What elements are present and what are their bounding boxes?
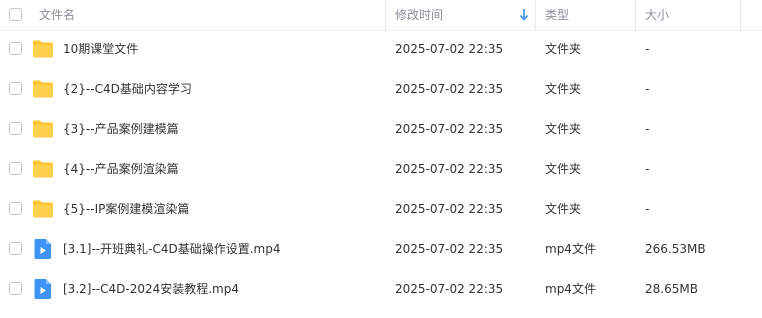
file-size: - <box>645 202 650 216</box>
file-type: mp4文件 <box>545 282 596 296</box>
row-checkbox[interactable] <box>9 82 22 95</box>
file-list: 文件名 修改时间 类型 大小 10期课堂文件 2025-07-02 22:35 … <box>0 0 762 318</box>
column-header-size[interactable]: 大小 <box>645 0 669 30</box>
file-name[interactable]: {4}--产品案例渲染篇 <box>63 149 179 189</box>
file-type: 文件夹 <box>545 162 582 176</box>
file-list-header: 文件名 修改时间 类型 大小 <box>0 0 762 31</box>
folder-icon <box>33 80 53 98</box>
video-file-icon <box>34 239 51 259</box>
row-checkbox[interactable] <box>9 202 22 215</box>
column-header-modified[interactable]: 修改时间 <box>395 0 443 30</box>
row-checkbox[interactable] <box>9 242 22 255</box>
folder-icon <box>33 120 53 138</box>
row-checkbox[interactable] <box>9 162 22 175</box>
file-type: 文件夹 <box>545 82 582 96</box>
file-size: - <box>645 122 650 136</box>
file-type: 文件夹 <box>545 202 582 216</box>
column-divider[interactable] <box>535 0 536 30</box>
row-checkbox[interactable] <box>9 282 22 295</box>
file-modified-time: 2025-07-02 22:35 <box>395 202 504 216</box>
file-modified-time: 2025-07-02 22:35 <box>395 242 504 256</box>
file-row[interactable]: 10期课堂文件 2025-07-02 22:35 文件夹 - <box>0 29 762 69</box>
column-divider[interactable] <box>635 0 636 30</box>
arrow-down-icon[interactable] <box>519 8 529 22</box>
folder-icon <box>33 200 53 218</box>
file-name[interactable]: 10期课堂文件 <box>63 29 138 69</box>
file-row[interactable]: [3.2]--C4D-2024安装教程.mp4 2025-07-02 22:35… <box>0 269 762 309</box>
file-modified-time: 2025-07-02 22:35 <box>395 42 504 56</box>
file-row[interactable]: {3}--产品案例建模篇 2025-07-02 22:35 文件夹 - <box>0 109 762 149</box>
file-modified-time: 2025-07-02 22:35 <box>395 122 504 136</box>
file-type: 文件夹 <box>545 122 582 136</box>
file-type: 文件夹 <box>545 42 582 56</box>
file-name[interactable]: {5}--IP案例建模渲染篇 <box>63 189 189 229</box>
column-divider[interactable] <box>385 0 386 30</box>
file-name[interactable]: {2}--C4D基础内容学习 <box>63 69 192 109</box>
file-modified-time: 2025-07-02 22:35 <box>395 162 504 176</box>
folder-icon <box>33 40 53 58</box>
file-row[interactable]: {2}--C4D基础内容学习 2025-07-02 22:35 文件夹 - <box>0 69 762 109</box>
file-type: mp4文件 <box>545 242 596 256</box>
file-size: - <box>645 82 650 96</box>
column-header-name[interactable]: 文件名 <box>39 0 75 30</box>
file-row[interactable]: [3.1]--开班典礼-C4D基础操作设置.mp4 2025-07-02 22:… <box>0 229 762 269</box>
file-size: - <box>645 42 650 56</box>
row-checkbox[interactable] <box>9 42 22 55</box>
file-name[interactable]: [3.2]--C4D-2024安装教程.mp4 <box>63 269 239 309</box>
file-name[interactable]: {3}--产品案例建模篇 <box>63 109 179 149</box>
file-size: 266.53MB <box>645 242 706 256</box>
file-row[interactable]: {4}--产品案例渲染篇 2025-07-02 22:35 文件夹 - <box>0 149 762 189</box>
folder-icon <box>33 160 53 178</box>
column-header-type[interactable]: 类型 <box>545 0 569 30</box>
column-divider[interactable] <box>740 0 741 30</box>
file-modified-time: 2025-07-02 22:35 <box>395 82 504 96</box>
file-row[interactable]: {5}--IP案例建模渲染篇 2025-07-02 22:35 文件夹 - <box>0 189 762 229</box>
video-file-icon <box>34 279 51 299</box>
row-checkbox[interactable] <box>9 122 22 135</box>
select-all-checkbox[interactable] <box>9 8 22 21</box>
file-name[interactable]: [3.1]--开班典礼-C4D基础操作设置.mp4 <box>63 229 280 269</box>
file-modified-time: 2025-07-02 22:35 <box>395 282 504 296</box>
file-size: 28.65MB <box>645 282 698 296</box>
file-size: - <box>645 162 650 176</box>
